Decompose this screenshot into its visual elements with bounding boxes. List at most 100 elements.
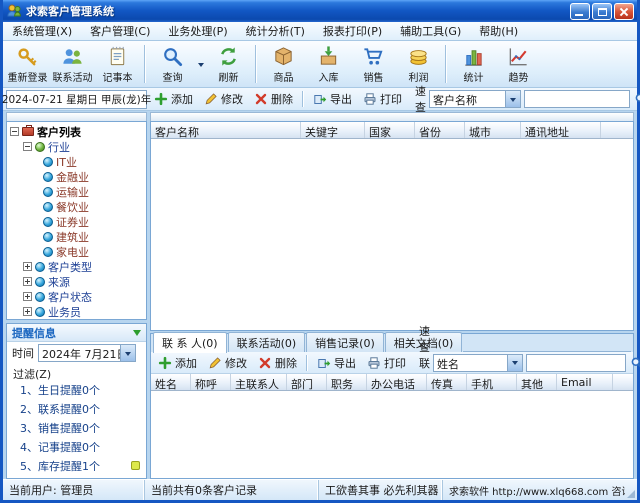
menu-business[interactable]: 业务处理(P) bbox=[159, 21, 236, 41]
trend-button[interactable]: 趋势 bbox=[496, 42, 541, 86]
reminder-item-note[interactable]: 4、记事提醒0个 bbox=[7, 437, 146, 456]
expand-icon[interactable] bbox=[23, 292, 32, 301]
edit-pencil-icon bbox=[209, 356, 221, 368]
date-display[interactable]: 2024-07-21 星期日 甲辰(龙)年 bbox=[2, 89, 151, 109]
stock-in-button[interactable]: 入库 bbox=[306, 42, 351, 86]
contact-table-body[interactable] bbox=[151, 391, 633, 478]
sales-button[interactable]: 销售 bbox=[351, 42, 396, 86]
menu-tools[interactable]: 辅助工具(G) bbox=[391, 21, 470, 41]
goods-box-icon bbox=[275, 46, 292, 65]
tree-node-source[interactable]: 来源 bbox=[7, 274, 146, 289]
reminder-item-stock[interactable]: 5、库存提醒1个 bbox=[7, 456, 146, 475]
collapse-icon[interactable] bbox=[23, 142, 32, 151]
tab-sales-records[interactable]: 销售记录(0) bbox=[306, 332, 384, 352]
tree-node-it[interactable]: IT业 bbox=[7, 154, 146, 169]
tree-node-status[interactable]: 客户状态 bbox=[7, 289, 146, 304]
chevron-down-icon[interactable] bbox=[120, 345, 135, 361]
maximize-button[interactable] bbox=[592, 2, 612, 20]
column-header[interactable]: 部门 bbox=[287, 374, 327, 390]
profit-button[interactable]: 利润 bbox=[396, 42, 441, 86]
column-header[interactable]: 传真 bbox=[427, 374, 467, 390]
title-bar[interactable]: 求索客户管理系统 bbox=[3, 0, 637, 22]
column-header-filler bbox=[613, 374, 633, 390]
expand-icon[interactable] bbox=[23, 262, 32, 271]
menu-help[interactable]: 帮助(H) bbox=[470, 21, 527, 41]
chevron-down-icon[interactable] bbox=[505, 91, 520, 107]
edit-contact-button[interactable]: 修改 bbox=[204, 353, 251, 373]
menu-system[interactable]: 系统管理(X) bbox=[3, 21, 81, 41]
print-contact-button[interactable]: 打印 bbox=[363, 353, 410, 373]
contact-field-combo[interactable]: 姓名 bbox=[433, 353, 523, 372]
add-contact-button[interactable]: 添加 bbox=[154, 353, 201, 373]
collapse-icon[interactable] bbox=[10, 127, 19, 136]
column-header[interactable]: 职务 bbox=[327, 374, 367, 390]
goods-button[interactable]: 商品 bbox=[261, 42, 306, 86]
quick-field-combo[interactable]: 客户名称 bbox=[429, 90, 521, 108]
expand-icon[interactable] bbox=[23, 307, 32, 316]
refresh-button[interactable]: 刷新 bbox=[206, 42, 251, 86]
relogin-button[interactable]: 重新登录 bbox=[5, 42, 50, 86]
query-button[interactable]: 查询 bbox=[150, 42, 195, 86]
customer-search-input[interactable] bbox=[524, 90, 630, 108]
menu-customer[interactable]: 客户管理(C) bbox=[81, 21, 159, 41]
column-header[interactable]: 通讯地址 bbox=[521, 122, 601, 138]
tree-node-industry[interactable]: 行业 bbox=[7, 139, 146, 154]
query-dropdown-button[interactable] bbox=[195, 42, 206, 86]
reminder-item-sales[interactable]: 3、销售提醒0个 bbox=[7, 418, 146, 437]
column-header[interactable]: 省份 bbox=[415, 122, 465, 138]
menu-statistics[interactable]: 统计分析(T) bbox=[237, 21, 314, 41]
column-header[interactable]: 手机 bbox=[467, 374, 517, 390]
category-icon bbox=[35, 306, 45, 317]
column-header[interactable]: 客户名称 bbox=[151, 122, 301, 138]
tree-node-catering[interactable]: 餐饮业 bbox=[7, 199, 146, 214]
reminder-item-birthday[interactable]: 1、生日提醒0个 bbox=[7, 380, 146, 399]
reminder-date-combo[interactable]: 2024年 7月21日 bbox=[38, 344, 136, 362]
delete-contact-button[interactable]: 删除 bbox=[254, 353, 301, 373]
tree-node-customer-type[interactable]: 客户类型 bbox=[7, 259, 146, 274]
expand-icon[interactable] bbox=[23, 277, 32, 286]
column-header[interactable]: 办公电话 bbox=[367, 374, 427, 390]
notepad-button[interactable]: 记事本 bbox=[95, 42, 140, 86]
column-header[interactable]: 国家 bbox=[365, 122, 415, 138]
status-brand-link[interactable]: 求索软件 http://www.xlq668.com 咨询QQ/WX bbox=[443, 480, 625, 500]
tree-node-finance[interactable]: 金融业 bbox=[7, 169, 146, 184]
tree-node-salesman[interactable]: 业务员 bbox=[7, 304, 146, 319]
contact-search-input[interactable] bbox=[526, 353, 626, 372]
column-header[interactable]: 主联系人 bbox=[231, 374, 287, 390]
filter-label[interactable]: 过滤(Z) bbox=[7, 364, 146, 381]
export-button[interactable]: 导出 bbox=[309, 89, 356, 109]
column-header[interactable]: 关键字 bbox=[301, 122, 365, 138]
resize-grip[interactable] bbox=[625, 480, 637, 500]
reminder-time-row: 时间 2024年 7月21日 bbox=[7, 342, 146, 364]
contact-search-button[interactable] bbox=[629, 353, 640, 372]
add-customer-button[interactable]: 添加 bbox=[150, 89, 197, 109]
chevron-down-icon[interactable] bbox=[507, 354, 522, 371]
statistics-button[interactable]: 统计 bbox=[451, 42, 496, 86]
reminder-header[interactable]: 提醒信息 bbox=[7, 324, 146, 342]
tree-node-construction[interactable]: 建筑业 bbox=[7, 229, 146, 244]
column-header[interactable]: Email bbox=[557, 374, 613, 390]
tab-activities[interactable]: 联系活动(0) bbox=[227, 332, 306, 352]
customer-table-body[interactable] bbox=[151, 139, 633, 330]
tree-node-securities[interactable]: 证券业 bbox=[7, 214, 146, 229]
close-button[interactable] bbox=[614, 2, 634, 20]
collapse-arrow-icon[interactable] bbox=[133, 330, 141, 340]
delete-customer-button[interactable]: 删除 bbox=[250, 89, 297, 109]
menu-report[interactable]: 报表打印(P) bbox=[314, 21, 391, 41]
print-button[interactable]: 打印 bbox=[359, 89, 406, 109]
tree-node-customer-list[interactable]: 客户列表 bbox=[7, 124, 146, 139]
column-header[interactable]: 其他 bbox=[517, 374, 557, 390]
tab-contacts[interactable]: 联 系 人(0) bbox=[153, 332, 227, 353]
column-header[interactable]: 城市 bbox=[465, 122, 521, 138]
tree-node-appliance[interactable]: 家电业 bbox=[7, 244, 146, 259]
minimize-button[interactable] bbox=[570, 2, 590, 20]
column-header[interactable]: 姓名 bbox=[151, 374, 191, 390]
refresh-icon bbox=[221, 46, 236, 66]
tree-node-transport[interactable]: 运输业 bbox=[7, 184, 146, 199]
search-button[interactable] bbox=[633, 90, 640, 109]
export-contact-button[interactable]: 导出 bbox=[313, 353, 360, 373]
reminder-item-contact[interactable]: 2、联系提醒0个 bbox=[7, 399, 146, 418]
contact-activity-button[interactable]: 联系活动 bbox=[50, 42, 95, 86]
column-header[interactable]: 称呼 bbox=[191, 374, 231, 390]
edit-customer-button[interactable]: 修改 bbox=[200, 89, 247, 109]
